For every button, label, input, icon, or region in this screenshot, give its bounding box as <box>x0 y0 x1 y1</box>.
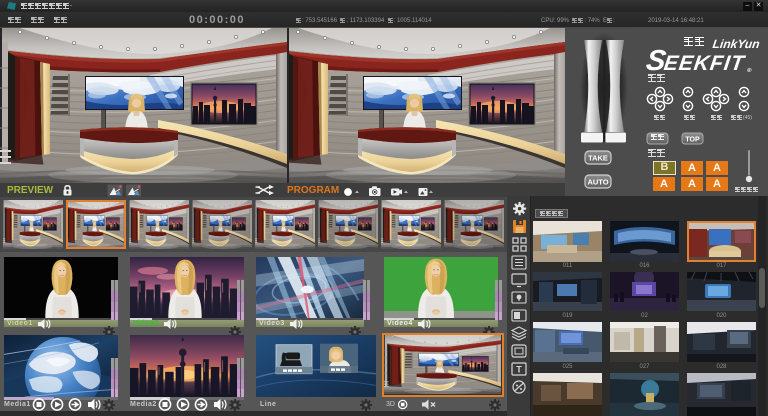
svg-text:T: T <box>516 365 522 375</box>
svg-text:TOP: TOP <box>685 137 700 144</box>
